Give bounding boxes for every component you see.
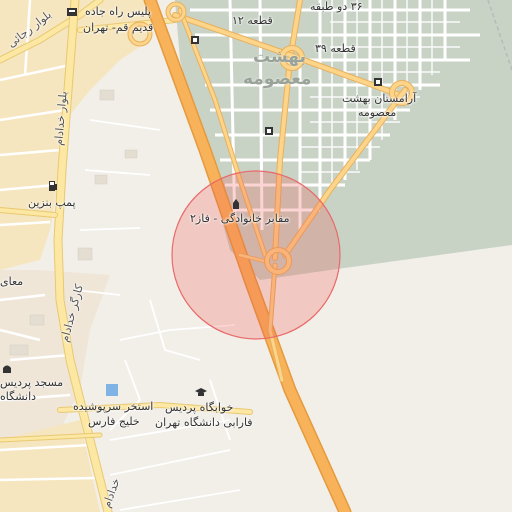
dormitory-label-line2: فارابی دانشگاه تهران xyxy=(155,416,253,429)
pool-label: استخر سرپوشیده xyxy=(73,400,154,413)
street-label-maa: معای xyxy=(0,275,24,288)
fuel-station-label: پمپ بنزین xyxy=(28,196,76,209)
mosque-label: مسجد پردیس xyxy=(0,376,64,389)
pool-icon xyxy=(106,384,118,396)
qeta12-label: قطعه ۱۲ xyxy=(232,14,273,27)
police-icon[interactable] xyxy=(66,6,78,18)
police-label: پلیس راه جاده xyxy=(85,5,151,18)
university-label: دانشگاه xyxy=(0,390,37,403)
dormitory-label: خوابگاه پردیس xyxy=(165,401,234,414)
university-icon[interactable] xyxy=(195,386,207,398)
aramestan-label-line2: معصومه xyxy=(358,106,397,119)
behesht-district-label: بهشت xyxy=(253,47,306,67)
qeta39-label: قطعه ۳۹ xyxy=(315,42,356,55)
police-label-line2: قدیم قم- تهران xyxy=(83,21,154,34)
mosque-icon[interactable] xyxy=(1,362,13,374)
map-view[interactable]: پلیس راه جاده قدیم قم- تهران قطعه ۱۲ ۳۶ … xyxy=(0,0,512,512)
fuel-icon[interactable] xyxy=(47,180,59,192)
aramestan-label: آرامستان بهشت xyxy=(342,92,417,105)
do-tabaqe-label: ۳۶ دو طبقه xyxy=(310,0,363,13)
cemetery-icon[interactable] xyxy=(263,125,275,137)
cemetery-icon[interactable] xyxy=(189,34,201,46)
search-radius-circle xyxy=(171,170,341,340)
maqaber-label: مقابر خانوادگی - فاز۲ xyxy=(190,212,290,225)
behesht-district-label-line2: معصومه xyxy=(243,69,312,89)
pool-label-line2: خلیج فارس xyxy=(88,415,140,428)
cemetery-icon[interactable] xyxy=(372,76,384,88)
grave-icon[interactable] xyxy=(230,198,242,210)
